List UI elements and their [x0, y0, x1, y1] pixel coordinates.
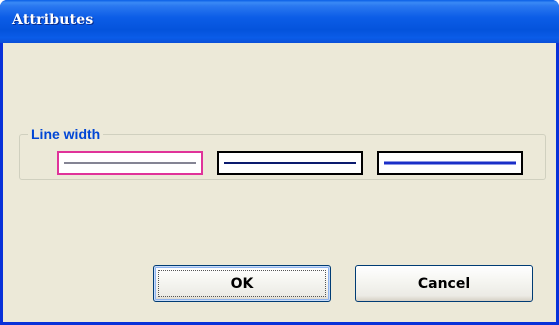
line-width-option-thick[interactable]: [377, 151, 523, 175]
line-width-option-thin[interactable]: [57, 151, 203, 175]
cancel-button-label: Cancel: [417, 275, 471, 292]
line-width-label: Line width: [28, 125, 104, 143]
attributes-dialog: Attributes Line width OK Cancel: [0, 0, 559, 325]
line-width-group: Line width: [19, 125, 546, 180]
title-bar[interactable]: Attributes: [0, 0, 559, 43]
ok-button[interactable]: OK: [153, 265, 331, 302]
thin-line-sample: [64, 162, 196, 164]
window-title: Attributes: [12, 12, 94, 28]
thick-line-sample: [384, 161, 516, 165]
cancel-button[interactable]: Cancel: [355, 265, 533, 302]
medium-line-sample: [224, 162, 356, 164]
ok-button-label: OK: [230, 275, 254, 292]
dialog-body: Line width OK Cancel: [3, 43, 556, 322]
line-width-option-medium[interactable]: [217, 151, 363, 175]
